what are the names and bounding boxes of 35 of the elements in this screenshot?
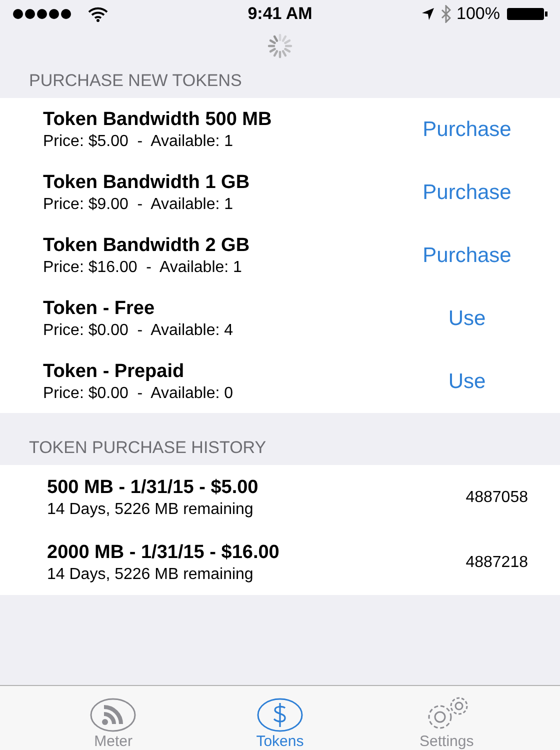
battery-percentage: 100% (456, 4, 500, 24)
purchase-details: 14 Days, 5226 MB remaining (47, 566, 254, 584)
action-button[interactable]: Purchase (412, 118, 522, 142)
purchase-id: 4887218 (466, 554, 528, 572)
battery-icon (506, 7, 548, 21)
action-button[interactable]: Purchase (412, 180, 522, 204)
action-button[interactable]: Use (412, 370, 522, 394)
token-details: Price: $0.00 - Available: 4 (43, 322, 234, 340)
location-icon (420, 7, 435, 21)
tab-button[interactable]: Meter (53, 686, 174, 750)
wifi-icon (88, 6, 108, 22)
purchase-id: 4887058 (466, 488, 528, 506)
rss-feed-icon (89, 697, 138, 733)
token-details: Price: $5.00 - Available: 1 (43, 132, 234, 150)
token-name: Token - Free (43, 298, 156, 320)
token-name: Token Bandwidth 1 GB (43, 172, 250, 194)
tab-button[interactable]: Tokens (220, 686, 340, 750)
dollar-icon (256, 697, 304, 733)
section-header: TOKEN PURCHASE HISTORY (29, 438, 266, 458)
tab-button[interactable]: Settings (386, 686, 507, 750)
action-button[interactable]: Purchase (412, 244, 522, 268)
token-details: Price: $9.00 - Available: 1 (43, 196, 234, 214)
bluetooth-icon (440, 5, 451, 23)
token-name: Token Bandwidth 2 GB (43, 234, 250, 256)
purchase-summary: 2000 MB - 1/31/15 - $16.00 (47, 542, 280, 564)
token-name: Token Bandwidth 500 MB (43, 108, 272, 130)
loading-spinner-icon (265, 31, 295, 61)
section-header: PURCHASE NEW TOKENS (29, 71, 242, 91)
purchase-summary: 500 MB - 1/31/15 - $5.00 (47, 476, 258, 498)
token-details: Price: $16.00 - Available: 1 (43, 258, 243, 276)
token-name: Token - Prepaid (43, 360, 186, 382)
action-button[interactable]: Use (412, 306, 522, 330)
purchase-details: 14 Days, 5226 MB remaining (47, 500, 254, 518)
status-time: 9:41 AM (248, 4, 312, 24)
token-details: Price: $0.00 - Available: 0 (43, 384, 234, 402)
